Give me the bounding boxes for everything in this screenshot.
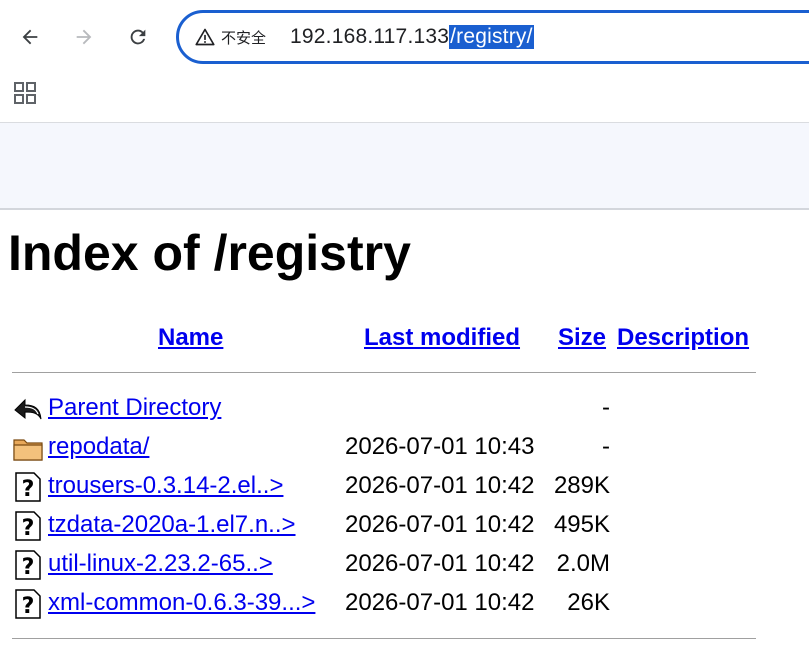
entry-size: - (602, 394, 610, 421)
entry-link[interactable]: util-linux-2.23.2-65..> (48, 550, 273, 578)
warning-icon[interactable] (195, 27, 215, 47)
entry-size: - (602, 433, 610, 460)
column-name-link[interactable]: Name (158, 324, 223, 352)
svg-text:?: ? (22, 477, 35, 502)
unknown-file-icon: ? (15, 472, 41, 502)
back-arrow-icon (14, 398, 42, 420)
entry-link[interactable]: repodata/ (48, 433, 149, 461)
entry-date: 2026-07-01 10:42 (345, 589, 535, 616)
list-item: Parent Directory - (10, 390, 770, 426)
bookmarks-bar (0, 72, 809, 122)
list-item: ? trousers-0.3.14-2.el..> 2026-07-01 10:… (10, 468, 770, 504)
apps-grid-icon[interactable] (14, 82, 36, 104)
page-title: Index of /registry (8, 225, 411, 281)
entry-link[interactable]: xml-common-0.6.3-39...> (48, 589, 315, 617)
info-strip (0, 122, 809, 210)
list-item: ? xml-common-0.6.3-39...> 2026-07-01 10:… (10, 585, 770, 621)
divider-bottom (12, 638, 756, 639)
entry-size: 2.0M (556, 550, 610, 577)
browser-toolbar: 不安全 192.168.117.133/registry/ (0, 0, 809, 72)
entry-size: 26K (567, 589, 610, 616)
entry-date: 2026-07-01 10:42 (345, 472, 535, 499)
folder-icon (13, 439, 43, 461)
unknown-file-icon: ? (15, 511, 41, 541)
reload-button[interactable] (121, 20, 155, 54)
arrow-right-icon (76, 29, 92, 45)
insecure-label[interactable]: 不安全 (221, 27, 266, 48)
entry-size: 495K (553, 511, 610, 538)
entry-date: 2026-07-01 10:43 (345, 433, 535, 460)
svg-text:?: ? (22, 516, 35, 541)
entry-link[interactable]: Parent Directory (48, 394, 221, 422)
list-item: ? tzdata-2020a-1.el7.n..> 2026-07-01 10:… (10, 507, 770, 543)
back-button[interactable] (13, 20, 47, 54)
column-last-modified-link[interactable]: Last modified (364, 324, 520, 352)
unknown-file-icon: ? (15, 589, 41, 619)
divider-top (12, 372, 756, 373)
url-host[interactable]: 192.168.117.133 (290, 25, 449, 49)
column-description-link[interactable]: Description (617, 324, 749, 352)
list-item: ? util-linux-2.23.2-65..> 2026-07-01 10:… (10, 546, 770, 582)
svg-text:?: ? (22, 555, 35, 580)
address-bar[interactable]: 不安全 192.168.117.133/registry/ (176, 10, 809, 64)
reload-icon (130, 29, 146, 45)
column-size-link[interactable]: Size (558, 324, 606, 352)
list-item: repodata/ 2026-07-01 10:43 - (10, 429, 770, 465)
entry-size: 289K (553, 472, 610, 499)
entry-date: 2026-07-01 10:42 (345, 550, 535, 577)
url-path-selected[interactable]: /registry/ (449, 25, 534, 49)
entry-link[interactable]: trousers-0.3.14-2.el..> (48, 472, 283, 500)
unknown-file-icon: ? (15, 550, 41, 580)
forward-button[interactable] (67, 20, 101, 54)
arrow-left-icon (22, 29, 38, 45)
entry-date: 2026-07-01 10:42 (345, 511, 535, 538)
svg-text:?: ? (22, 594, 35, 619)
entry-link[interactable]: tzdata-2020a-1.el7.n..> (48, 511, 296, 539)
